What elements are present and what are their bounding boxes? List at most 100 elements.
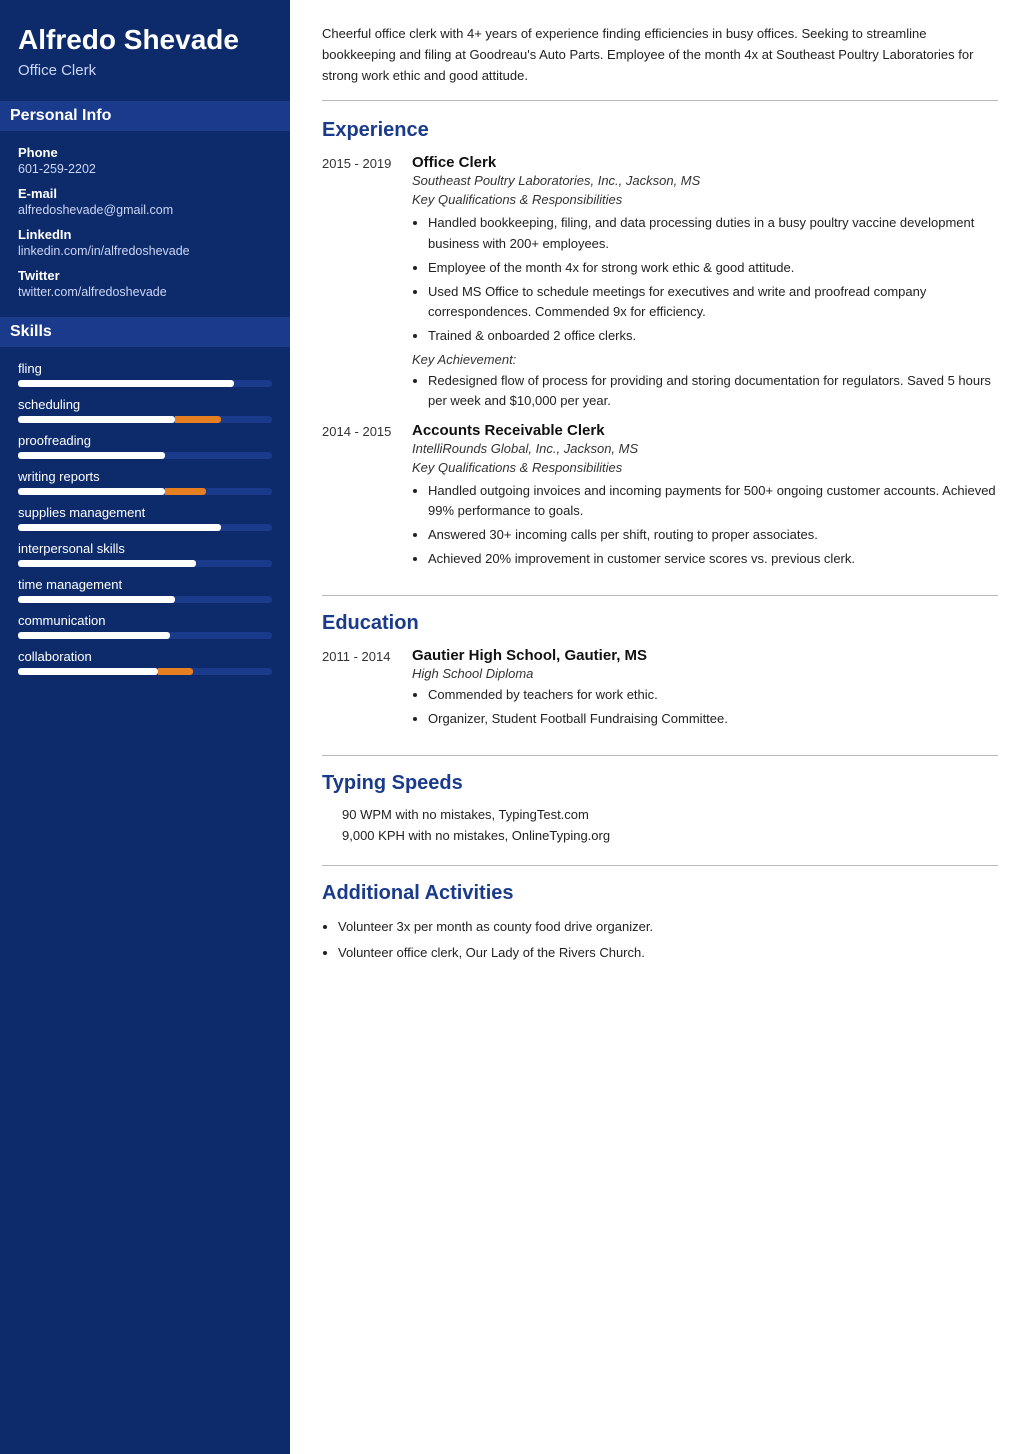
sidebar: Alfredo Shevade Office Clerk Personal In… <box>0 0 290 1454</box>
skill-item: supplies management <box>18 505 272 531</box>
exp-content: Office Clerk Southeast Poultry Laboratori… <box>412 154 998 417</box>
skill-name: communication <box>18 613 272 628</box>
exp-achievements: Redesigned flow of process for providing… <box>412 371 998 411</box>
exp-content: Accounts Receivable Clerk IntelliRounds G… <box>412 422 998 576</box>
skill-bar-fill <box>18 668 158 675</box>
exp-job-title: Accounts Receivable Clerk <box>412 422 998 439</box>
info-value: twitter.com/alfredoshevade <box>18 285 272 299</box>
info-label: Phone <box>18 145 272 160</box>
experience-section: Experience 2015 - 2019 Office Clerk Southe… <box>322 119 998 596</box>
summary-text: Cheerful office clerk with 4+ years of e… <box>322 24 998 101</box>
info-value: linkedin.com/in/alfredoshevade <box>18 244 272 258</box>
skill-bar-fill <box>18 632 170 639</box>
skill-name: interpersonal skills <box>18 541 272 556</box>
typing-item: 9,000 KPH with no mistakes, OnlineTyping… <box>322 828 998 843</box>
experience-entry: 2015 - 2019 Office Clerk Southeast Poultry… <box>322 154 998 417</box>
edu-content: Gautier High School, Gautier, MS High Sch… <box>412 647 998 735</box>
list-item: Commended by teachers for work ethic. <box>428 685 998 705</box>
skill-item: scheduling <box>18 397 272 423</box>
education-title: Education <box>322 612 998 635</box>
skill-bar-accent <box>175 416 221 423</box>
info-value: 601-259-2202 <box>18 162 272 176</box>
list-item: Answered 30+ incoming calls per shift, r… <box>428 525 998 545</box>
exp-job-title: Office Clerk <box>412 154 998 171</box>
skill-bar-accent <box>158 668 194 675</box>
education-entries: 2011 - 2014 Gautier High School, Gautier,… <box>322 647 998 735</box>
skill-name: supplies management <box>18 505 272 520</box>
info-value: alfredoshevade@gmail.com <box>18 203 272 217</box>
list-item: Volunteer 3x per month as county food dr… <box>338 917 998 937</box>
exp-qual-label: Key Qualifications & Responsibilities <box>412 192 998 207</box>
typing-item: 90 WPM with no mistakes, TypingTest.com <box>322 807 998 822</box>
list-item: Employee of the month 4x for strong work… <box>428 258 998 278</box>
skill-bar-fill <box>18 560 196 567</box>
personal-info-section: Phone 601-259-2202 E-mail alfredoshevade@gm… <box>18 145 272 299</box>
skill-name: collaboration <box>18 649 272 664</box>
info-label: Twitter <box>18 268 272 283</box>
main-content: Cheerful office clerk with 4+ years of e… <box>290 0 1030 1454</box>
skill-bar-accent <box>165 488 206 495</box>
skill-bar-fill <box>18 380 234 387</box>
skill-item: fling <box>18 361 272 387</box>
skill-bar-bg <box>18 668 272 675</box>
skill-bar-fill <box>18 596 175 603</box>
list-item: Redesigned flow of process for providing… <box>428 371 998 411</box>
edu-degree: High School Diploma <box>412 666 998 681</box>
typing-section: Typing Speeds 90 WPM with no mistakes, T… <box>322 772 998 866</box>
typing-title: Typing Speeds <box>322 772 998 795</box>
skill-bar-fill <box>18 488 165 495</box>
skill-name: proofreading <box>18 433 272 448</box>
additional-section: Additional Activities Volunteer 3x per m… <box>322 882 998 962</box>
exp-dates: 2014 - 2015 <box>322 422 392 576</box>
skill-bar-bg <box>18 416 272 423</box>
exp-dates: 2015 - 2019 <box>322 154 392 417</box>
exp-qual-label: Key Qualifications & Responsibilities <box>412 460 998 475</box>
experience-title: Experience <box>322 119 998 142</box>
experience-entry: 2014 - 2015 Accounts Receivable Clerk Inte… <box>322 422 998 576</box>
edu-school: Gautier High School, Gautier, MS <box>412 647 998 664</box>
skill-bar-bg <box>18 524 272 531</box>
skill-bar-bg <box>18 596 272 603</box>
edu-items: Commended by teachers for work ethic. Org… <box>412 685 998 729</box>
personal-info-header: Personal Info <box>0 101 290 131</box>
skills-section: fling scheduling proofreading writing repor… <box>18 361 272 675</box>
list-item: Organizer, Student Football Fundraising … <box>428 709 998 729</box>
candidate-title: Office Clerk <box>18 62 272 79</box>
skill-name: time management <box>18 577 272 592</box>
skill-bar-bg <box>18 632 272 639</box>
edu-dates: 2011 - 2014 <box>322 647 392 735</box>
skill-item: writing reports <box>18 469 272 495</box>
candidate-name: Alfredo Shevade <box>18 24 272 56</box>
skill-bar-bg <box>18 560 272 567</box>
list-item: Handled bookkeeping, filing, and data pr… <box>428 213 998 253</box>
exp-company: IntelliRounds Global, Inc., Jackson, MS <box>412 441 998 456</box>
resume-container: Alfredo Shevade Office Clerk Personal In… <box>0 0 1030 1454</box>
list-item: Handled outgoing invoices and incoming p… <box>428 481 998 521</box>
skill-bar-fill <box>18 524 221 531</box>
skills-header: Skills <box>0 317 290 347</box>
education-section: Education 2011 - 2014 Gautier High School… <box>322 612 998 756</box>
skill-bar-bg <box>18 488 272 495</box>
skill-name: fling <box>18 361 272 376</box>
education-entry: 2011 - 2014 Gautier High School, Gautier,… <box>322 647 998 735</box>
info-label: E-mail <box>18 186 272 201</box>
experience-entries: 2015 - 2019 Office Clerk Southeast Poultry… <box>322 154 998 575</box>
additional-list: Volunteer 3x per month as county food dr… <box>322 917 998 962</box>
additional-title: Additional Activities <box>322 882 998 905</box>
skill-item: interpersonal skills <box>18 541 272 567</box>
skill-item: proofreading <box>18 433 272 459</box>
list-item: Trained & onboarded 2 office clerks. <box>428 326 998 346</box>
exp-responsibilities: Handled bookkeeping, filing, and data pr… <box>412 213 998 346</box>
list-item: Volunteer office clerk, Our Lady of the … <box>338 943 998 963</box>
skill-bar-fill <box>18 452 165 459</box>
list-item: Achieved 20% improvement in customer ser… <box>428 549 998 569</box>
skill-bar-bg <box>18 380 272 387</box>
typing-entries: 90 WPM with no mistakes, TypingTest.com 9… <box>322 807 998 843</box>
skill-item: collaboration <box>18 649 272 675</box>
info-label: LinkedIn <box>18 227 272 242</box>
exp-company: Southeast Poultry Laboratories, Inc., Ja… <box>412 173 998 188</box>
achievement-label: Key Achievement: <box>412 352 998 367</box>
skill-item: time management <box>18 577 272 603</box>
skill-bar-fill <box>18 416 175 423</box>
skill-bar-bg <box>18 452 272 459</box>
